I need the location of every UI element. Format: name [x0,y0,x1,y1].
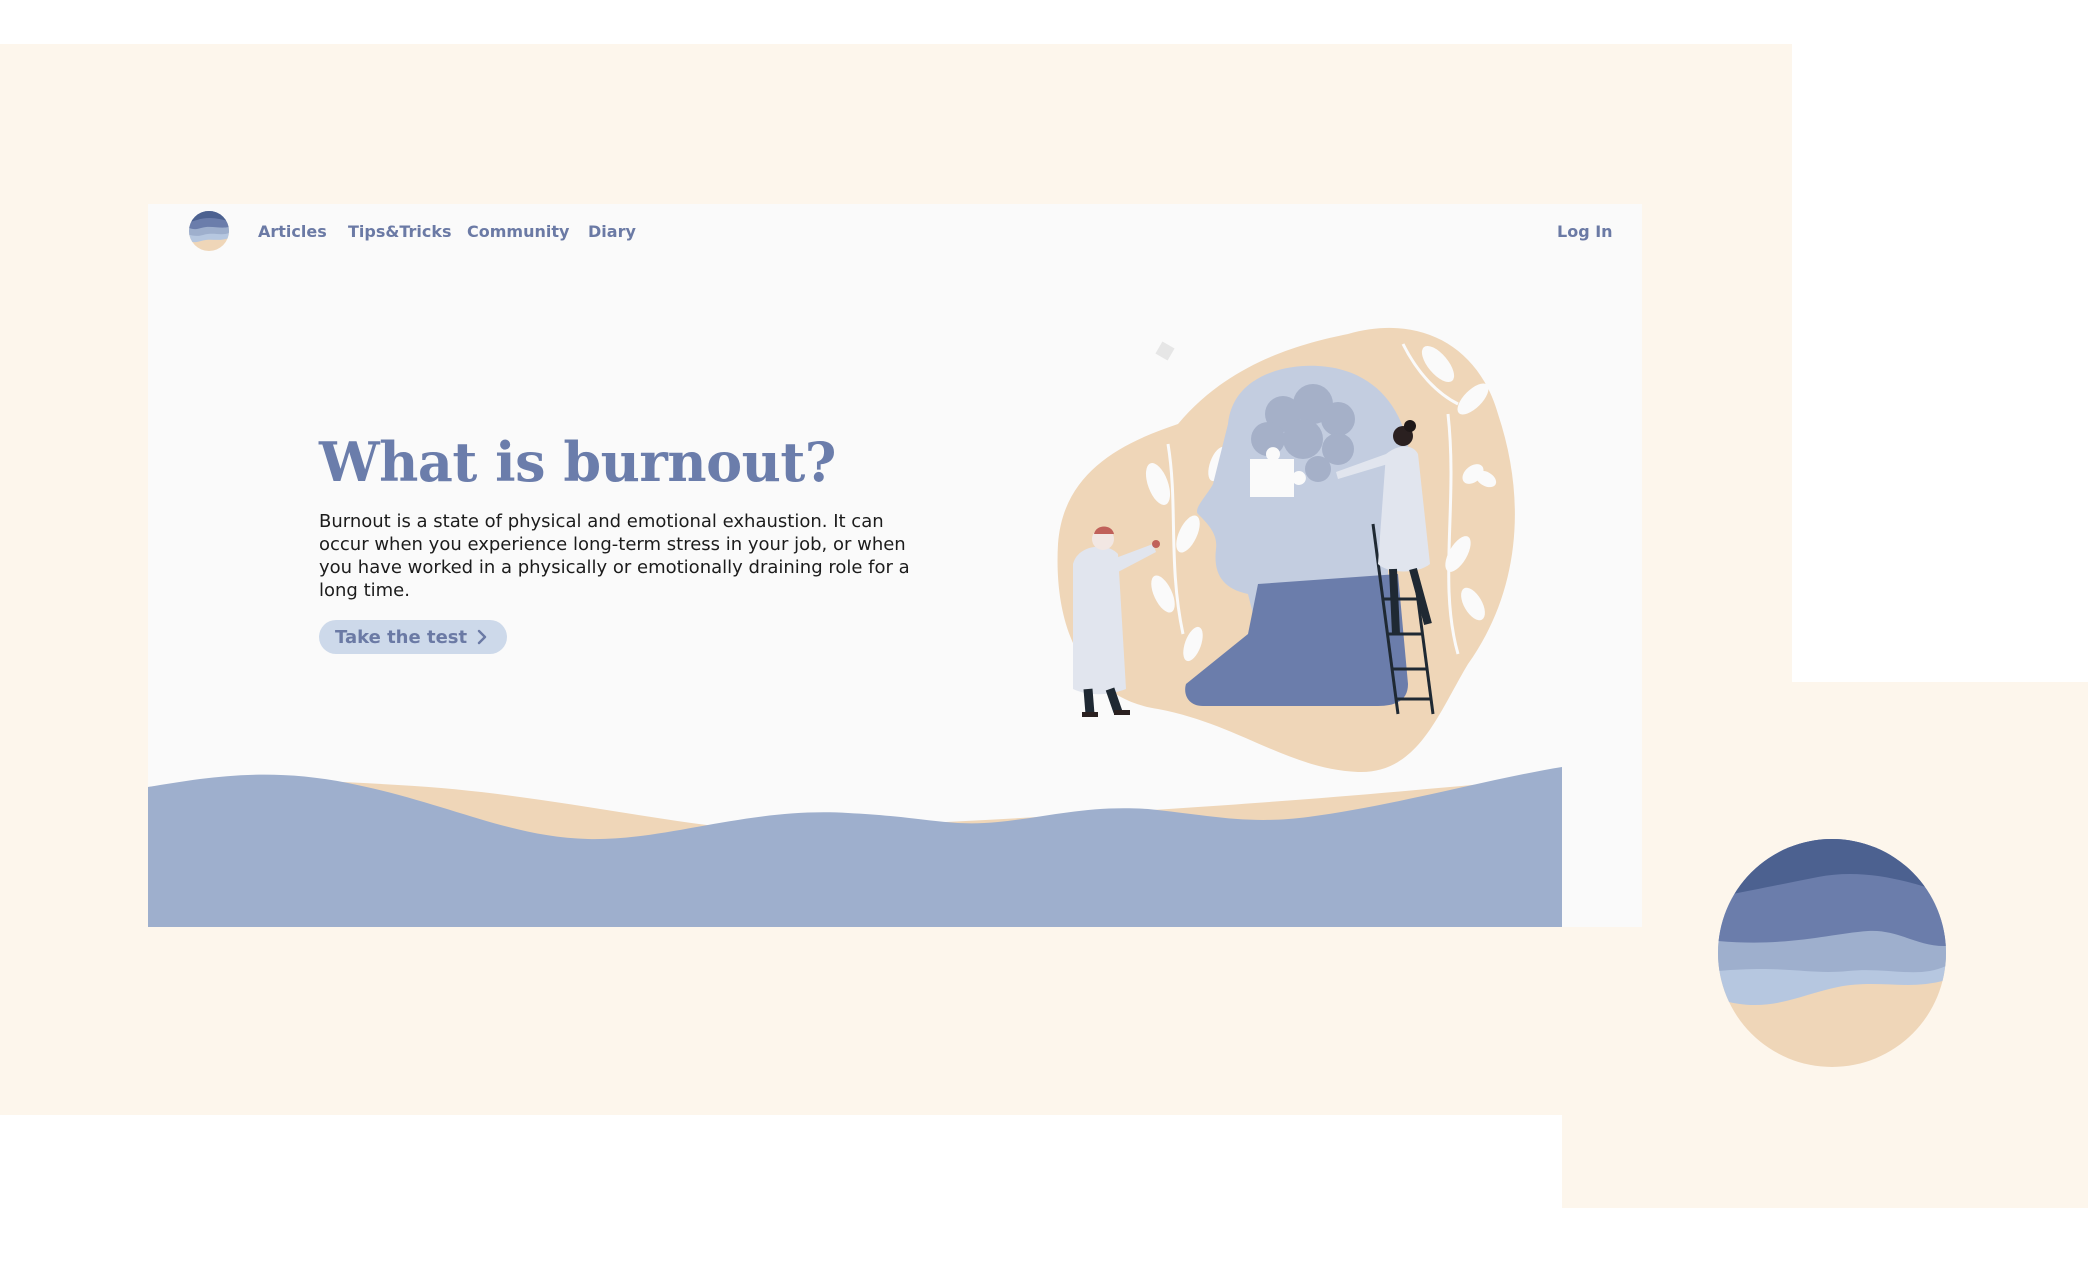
large-logo-icon [1718,839,1946,1067]
burnout-illustration [1057,327,1515,773]
login-link[interactable]: Log In [1557,222,1613,241]
nav-community[interactable]: Community [467,222,569,241]
take-test-button[interactable]: Take the test [319,620,508,654]
hero-description: Burnout is a state of physical and emoti… [319,511,910,601]
take-test-label: Take the test [335,626,468,648]
logo-icon[interactable] [189,211,229,251]
page-title: What is burnout? [319,430,836,494]
top-navigation: Articles Tips&Tricks Community Diary Log… [148,204,1642,260]
wave-footer [148,767,1562,927]
nav-articles[interactable]: Articles [258,222,327,241]
chevron-right-icon [477,629,487,645]
nav-tips-tricks[interactable]: Tips&Tricks [348,222,452,241]
hero-card: Articles Tips&Tricks Community Diary Log… [148,204,1642,927]
nav-diary[interactable]: Diary [588,222,636,241]
